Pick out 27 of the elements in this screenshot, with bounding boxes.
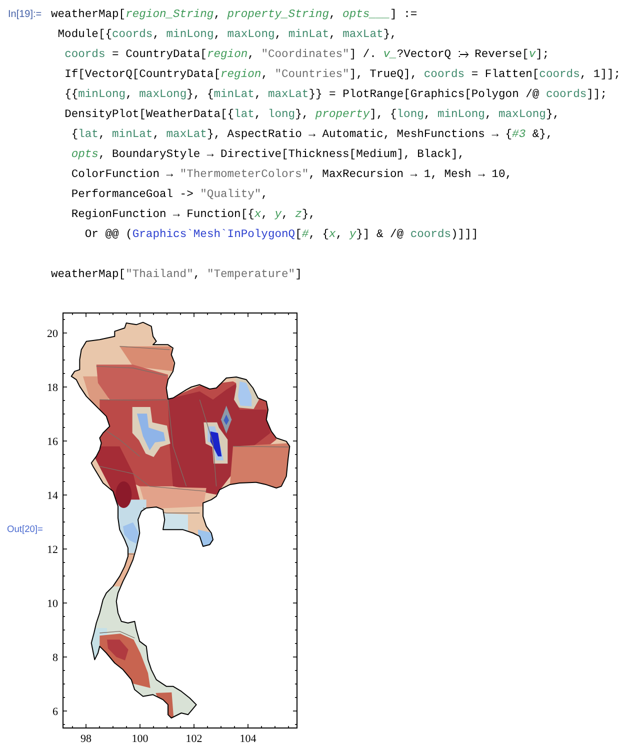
- code-line: Module[{coords, minLong, maxLong, minLat, maxLat},: [58, 28, 397, 42]
- axis-tick-label: 20: [47, 328, 58, 340]
- axis-tick-label: 104: [240, 733, 256, 745]
- axis-tick-label: 6: [52, 706, 58, 718]
- code-line: weatherMap[region_String, property_String, opts___] :=: [51, 8, 418, 22]
- code-line: DensityPlot[WeatherData[{lat, long}, property], {long, minLong, maxLong},: [64, 108, 560, 122]
- axis-tick-label: 100: [132, 733, 148, 745]
- code-line: ColorFunction → "ThermometerColors", MaxRecursion → 1, Mesh → 10,: [71, 168, 512, 182]
- axis-tick-label: 8: [52, 652, 58, 664]
- axis-tick-label: 16: [47, 436, 58, 448]
- code-line: PerformanceGoal -> "Quality",: [71, 188, 268, 202]
- code-line: coords = CountryData[region, "Coordinates"] /. v_?VectorQ ⧴ Reverse[v];: [64, 48, 550, 62]
- code-line: opts, BoundaryStyle → Directive[Thickness[Medium], Black],: [71, 148, 465, 162]
- output-label: Out[20]=: [7, 524, 43, 534]
- axis-tick-label: 18: [47, 382, 58, 394]
- axis-tick-label: 12: [47, 544, 58, 556]
- code-line: RegionFunction → Function[{x, y, z},: [71, 208, 316, 222]
- code-line: weatherMap["Thailand", "Temperature"]: [51, 268, 302, 282]
- input-label: In[19]:=: [8, 9, 42, 21]
- axis-tick-label: 102: [186, 733, 202, 745]
- code-line: Or @@ (Graphics`Mesh`InPolygonQ[#, {x, y}] & /@ coords)]]]: [84, 228, 478, 242]
- code-line: If[VectorQ[CountryData[region, "Countries"], TrueQ], coords = Flatten[coords, 1]];: [64, 68, 621, 82]
- code-line: {lat, minLat, maxLat}, AspectRatio → Automatic, MeshFunctions → {#3 &},: [71, 128, 553, 142]
- code-line: {{minLong, maxLong}, {minLat, maxLat}} = PlotRange[Graphics[Polygon /@ coords]];: [64, 88, 607, 102]
- axis-tick-label: 10: [47, 598, 58, 610]
- axis-tick-label: 14: [47, 490, 58, 502]
- axis-tick-label: 98: [80, 733, 92, 745]
